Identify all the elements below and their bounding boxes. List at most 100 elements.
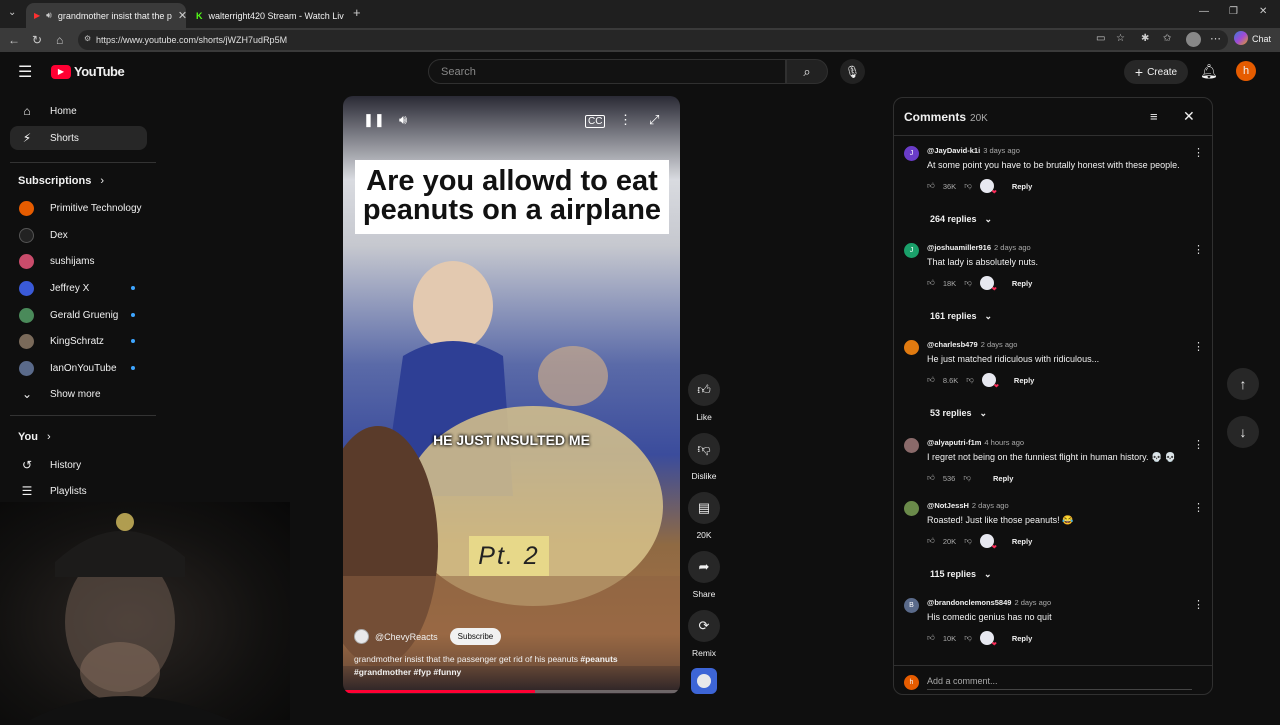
thumbs-up-icon[interactable]: 👍︎: [927, 536, 935, 546]
comment-menu-icon[interactable]: ⋮: [1193, 243, 1204, 256]
voice-search-button[interactable]: 🎙︎: [840, 59, 865, 84]
sidebar-item-subscription[interactable]: KingSchratz: [10, 329, 147, 353]
comment-author[interactable]: @alyaputri-f1m 4 hours ago: [927, 438, 1024, 447]
thumbs-down-icon[interactable]: 👎︎: [963, 473, 971, 483]
audio-track-thumbnail[interactable]: [691, 668, 717, 694]
reply-button[interactable]: Reply: [1012, 182, 1032, 191]
comment-author[interactable]: @NotJessH 2 days ago: [927, 501, 1009, 510]
thumbs-down-icon[interactable]: 👎︎: [964, 536, 972, 546]
sidebar-item-subscription[interactable]: IanOnYouTube: [10, 356, 147, 380]
channel-avatar[interactable]: [354, 629, 369, 644]
shorts-video-player[interactable]: ❚❚ 🔊︎ CC ⋮ ⤢ Are you allowd to eat peanu…: [343, 96, 680, 694]
favorites-icon[interactable]: ✩: [1163, 33, 1171, 44]
chat-label[interactable]: Chat: [1252, 34, 1271, 44]
account-avatar[interactable]: h: [1236, 61, 1256, 81]
comment-menu-icon[interactable]: ⋮: [1193, 340, 1204, 353]
copilot-icon[interactable]: [1234, 31, 1248, 45]
volume-icon[interactable]: 🔊︎: [399, 112, 407, 128]
view-replies-button[interactable]: 115 replies ⌄: [930, 569, 992, 580]
previous-short-button[interactable]: ↑: [1227, 368, 1259, 400]
reply-button[interactable]: Reply: [993, 474, 1013, 483]
more-options-icon[interactable]: ⋮: [619, 112, 632, 128]
split-view-icon[interactable]: ▭: [1096, 33, 1105, 44]
profile-avatar[interactable]: [1186, 32, 1201, 47]
tab-kick[interactable]: K walterright420 Stream - Watch Liv ✕: [188, 3, 348, 28]
comment-avatar[interactable]: J: [904, 243, 919, 258]
hashtag[interactable]: #peanuts: [580, 654, 617, 664]
tab-youtube[interactable]: ▶ 🔊︎ grandmother insist that the p ✕: [26, 3, 186, 28]
search-input[interactable]: Search: [428, 59, 786, 84]
tab-list-chevron-icon[interactable]: ⌄: [8, 7, 16, 18]
search-button[interactable]: ⌕: [786, 59, 828, 84]
youtube-logo[interactable]: ▶ YouTube: [51, 64, 125, 79]
hashtag[interactable]: #fyp: [414, 667, 431, 677]
new-tab-icon[interactable]: +: [353, 5, 361, 20]
sidebar-item-subscription[interactable]: Dex: [10, 223, 147, 247]
address-bar[interactable]: ⚙ https://www.youtube.com/shorts/jWZH7ud…: [78, 30, 1228, 50]
reply-button[interactable]: Reply: [1012, 279, 1032, 288]
thumbs-up-icon[interactable]: 👍︎: [927, 473, 935, 483]
hashtag[interactable]: #grandmother: [354, 667, 411, 677]
site-info-icon[interactable]: ⚙: [84, 34, 91, 43]
comment-avatar[interactable]: [904, 438, 919, 453]
sort-icon[interactable]: ≡: [1150, 109, 1158, 124]
like-button[interactable]: 👍︎ Like: [688, 374, 720, 422]
sidebar-item-subscription[interactable]: sushijams: [10, 249, 147, 273]
back-icon[interactable]: ←: [8, 33, 20, 47]
add-comment-input[interactable]: Add a comment...: [927, 676, 1192, 690]
sidebar-item-subscription[interactable]: Gerald Gruenig: [10, 303, 147, 327]
comment-avatar[interactable]: B: [904, 598, 919, 613]
fullscreen-icon[interactable]: ⤢: [649, 112, 659, 128]
extensions-icon[interactable]: ✱: [1141, 33, 1149, 44]
comment-menu-icon[interactable]: ⋮: [1193, 438, 1204, 451]
comment-avatar[interactable]: [904, 501, 919, 516]
bookmark-star-icon[interactable]: ☆: [1116, 33, 1125, 44]
thumbs-down-icon[interactable]: 👎︎: [964, 633, 972, 643]
minimize-icon[interactable]: —: [1199, 6, 1209, 17]
video-progress-bar[interactable]: [343, 690, 680, 693]
window-close-icon[interactable]: ✕: [1259, 6, 1267, 17]
sidebar-item-playlists[interactable]: ☰ Playlists: [10, 479, 147, 503]
sidebar-item-subscription[interactable]: Primitive Technology: [10, 196, 147, 220]
sidebar-item-shorts[interactable]: ⚡︎ Shorts: [10, 126, 147, 150]
comment-menu-icon[interactable]: ⋮: [1193, 146, 1204, 159]
channel-name[interactable]: @ChevyReacts: [375, 632, 438, 642]
thumbs-up-icon[interactable]: 👍︎: [927, 375, 935, 385]
comment-author[interactable]: @JayDavid-k1i 3 days ago: [927, 146, 1020, 155]
tab-close-icon[interactable]: ✕: [178, 9, 186, 22]
reply-button[interactable]: Reply: [1012, 634, 1032, 643]
close-comments-icon[interactable]: ✕: [1183, 108, 1195, 125]
you-heading[interactable]: You ›: [18, 431, 51, 443]
thumbs-up-icon[interactable]: 👍︎: [927, 181, 935, 191]
menu-dots-icon[interactable]: ⋯: [1210, 32, 1221, 45]
reply-button[interactable]: Reply: [1014, 376, 1034, 385]
next-short-button[interactable]: ↓: [1227, 416, 1259, 448]
reload-icon[interactable]: ↻: [32, 33, 42, 47]
remix-button[interactable]: ⟳ Remix: [688, 610, 720, 658]
comment-menu-icon[interactable]: ⋮: [1193, 598, 1204, 611]
comment-avatar[interactable]: [904, 340, 919, 355]
subscriptions-heading[interactable]: Subscriptions ›: [18, 175, 104, 187]
home-icon[interactable]: ⌂: [56, 33, 63, 47]
subscribe-button[interactable]: Subscribe: [449, 628, 502, 645]
thumbs-down-icon[interactable]: 👎︎: [964, 181, 972, 191]
pause-icon[interactable]: ❚❚: [363, 112, 385, 128]
sidebar-item-history[interactable]: ↺ History: [10, 453, 147, 477]
sidebar-show-more[interactable]: ⌄ Show more: [10, 382, 147, 406]
dislike-button[interactable]: 👎︎ Dislike: [688, 433, 720, 481]
thumbs-down-icon[interactable]: 👎︎: [964, 278, 972, 288]
sidebar-item-subscription[interactable]: Jeffrey X: [10, 276, 147, 300]
hamburger-menu-icon[interactable]: ☰: [18, 62, 32, 82]
comment-author[interactable]: @brandonclemons5849 2 days ago: [927, 598, 1051, 607]
reply-button[interactable]: Reply: [1012, 537, 1032, 546]
view-replies-button[interactable]: 264 replies ⌄: [930, 214, 992, 225]
comments-button[interactable]: ▤ 20K: [688, 492, 720, 540]
comment-avatar[interactable]: J: [904, 146, 919, 161]
view-replies-button[interactable]: 161 replies ⌄: [930, 311, 992, 322]
view-replies-button[interactable]: 53 replies ⌄: [930, 408, 987, 419]
thumbs-up-icon[interactable]: 👍︎: [927, 633, 935, 643]
comment-author[interactable]: @joshuamiller916 2 days ago: [927, 243, 1031, 252]
comment-menu-icon[interactable]: ⋮: [1193, 501, 1204, 514]
notifications-bell-icon[interactable]: 🔔︎: [1200, 63, 1218, 80]
create-button[interactable]: + Create: [1124, 60, 1188, 84]
